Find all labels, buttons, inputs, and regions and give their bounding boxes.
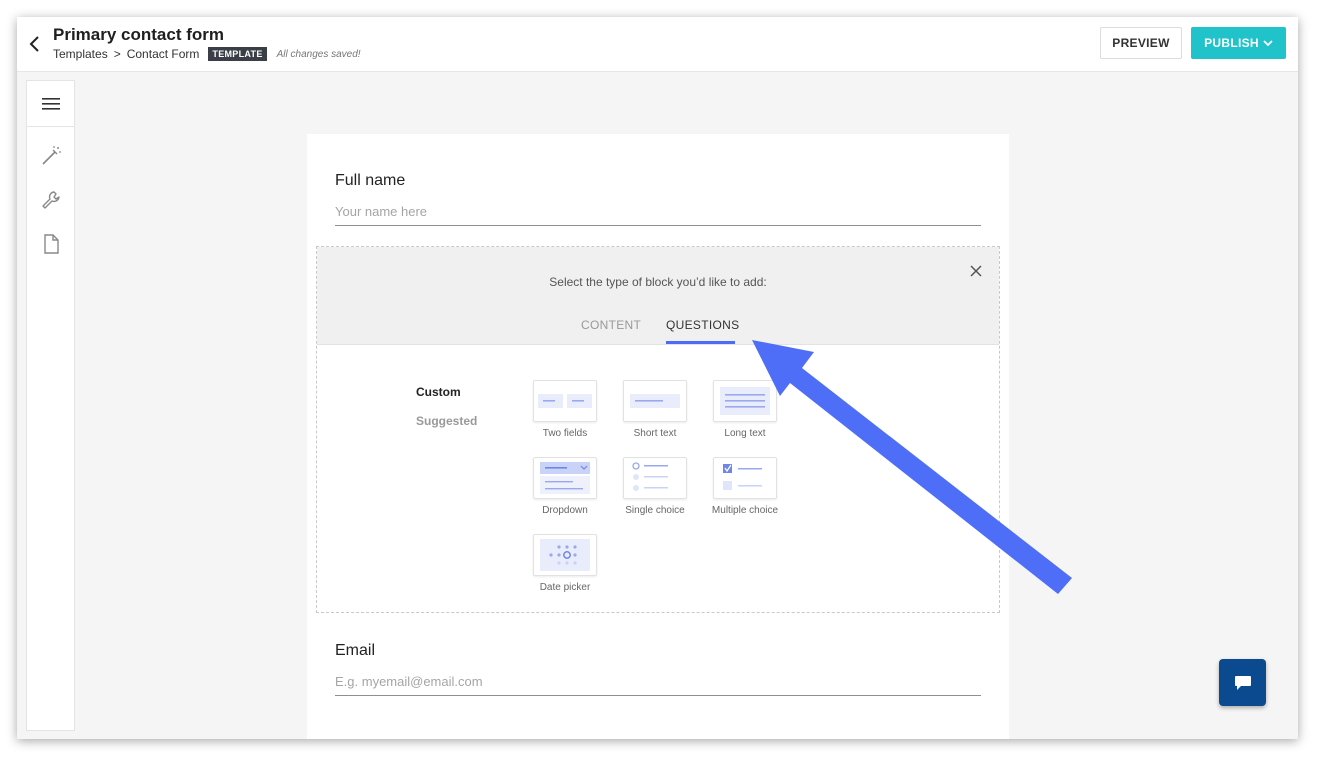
- block-short-text[interactable]: Short text: [610, 380, 700, 439]
- sidebar: [26, 80, 75, 731]
- chevron-left-icon: [29, 36, 39, 52]
- block-label: Multiple choice: [711, 505, 779, 516]
- short-text-thumbnail: [623, 380, 687, 422]
- block-label: Short text: [633, 428, 677, 439]
- block-label: Long text: [724, 428, 766, 439]
- block-picker-header: Select the type of block you’d like to a…: [317, 247, 999, 345]
- category-suggested[interactable]: Suggested: [416, 414, 477, 428]
- page-icon: [44, 234, 59, 254]
- app-window: Primary contact form Templates > Contact…: [17, 17, 1298, 739]
- publish-label: PUBLISH: [1204, 36, 1259, 50]
- wrench-icon: [42, 191, 60, 209]
- tab-content[interactable]: CONTENT: [581, 318, 641, 332]
- breadcrumb-contact-form: Contact Form: [126, 47, 200, 61]
- long-text-thumbnail: [713, 380, 777, 422]
- multiple-choice-icon: [723, 464, 762, 490]
- multiple-choice-thumbnail: [713, 457, 777, 499]
- top-bar: Primary contact form Templates > Contact…: [17, 17, 1298, 72]
- category-custom[interactable]: Custom: [416, 385, 461, 399]
- calendar-icon: [540, 539, 590, 571]
- dropdown-thumbnail: [533, 457, 597, 499]
- back-button[interactable]: [27, 33, 43, 55]
- design-button[interactable]: [40, 145, 62, 167]
- page-title: Primary contact form: [53, 25, 224, 44]
- block-dropdown[interactable]: Dropdown: [520, 457, 610, 516]
- template-badge: TEMPLATE: [208, 47, 267, 61]
- short-text-icon: [630, 394, 680, 408]
- dropdown-icon: [540, 462, 590, 494]
- publish-button[interactable]: PUBLISH: [1191, 27, 1286, 59]
- block-multiple-choice[interactable]: Multiple choice: [700, 457, 790, 516]
- full-name-label: Full name: [335, 172, 406, 189]
- breadcrumb-templates[interactable]: Templates: [53, 47, 108, 61]
- close-button[interactable]: [969, 264, 983, 278]
- close-icon: [970, 265, 982, 277]
- magic-wand-icon: [42, 146, 61, 165]
- single-choice-icon: [632, 462, 668, 491]
- block-picker: Select the type of block you’d like to a…: [316, 246, 1000, 613]
- form-canvas: Full name Your name here Select the type…: [307, 134, 1009, 739]
- block-label: Two fields: [542, 428, 588, 439]
- long-text-icon: [720, 387, 770, 415]
- tab-questions[interactable]: QUESTIONS: [666, 318, 739, 332]
- block-label: Single choice: [625, 505, 685, 516]
- menu-button[interactable]: [27, 81, 74, 127]
- date-picker-thumbnail: [533, 534, 597, 576]
- save-status: All changes saved!: [276, 48, 361, 60]
- chevron-down-icon: [1263, 40, 1273, 47]
- two-fields-thumbnail: [533, 380, 597, 422]
- chat-button[interactable]: [1219, 659, 1266, 706]
- full-name-input[interactable]: Your name here: [335, 204, 981, 226]
- single-choice-thumbnail: [623, 457, 687, 499]
- settings-button[interactable]: [40, 189, 62, 211]
- block-two-fields[interactable]: Two fields: [520, 380, 610, 439]
- block-long-text[interactable]: Long text: [700, 380, 790, 439]
- block-label: Dropdown: [542, 505, 588, 516]
- block-date-picker[interactable]: Date picker: [520, 534, 610, 593]
- preview-button[interactable]: PREVIEW: [1100, 27, 1182, 59]
- pages-button[interactable]: [40, 233, 62, 255]
- block-label: Date picker: [539, 582, 591, 593]
- chat-icon: [1234, 675, 1251, 690]
- menu-icon: [41, 97, 60, 110]
- email-label: Email: [335, 642, 376, 659]
- email-input[interactable]: E.g. myemail@email.com: [335, 674, 981, 696]
- block-single-choice[interactable]: Single choice: [610, 457, 700, 516]
- active-tab-indicator: [666, 341, 735, 344]
- breadcrumb: Templates > Contact Form TEMPLATE All ch…: [53, 47, 361, 61]
- breadcrumb-separator: >: [113, 47, 121, 61]
- two-fields-icon: [538, 394, 592, 408]
- block-picker-prompt: Select the type of block you’d like to a…: [549, 275, 767, 289]
